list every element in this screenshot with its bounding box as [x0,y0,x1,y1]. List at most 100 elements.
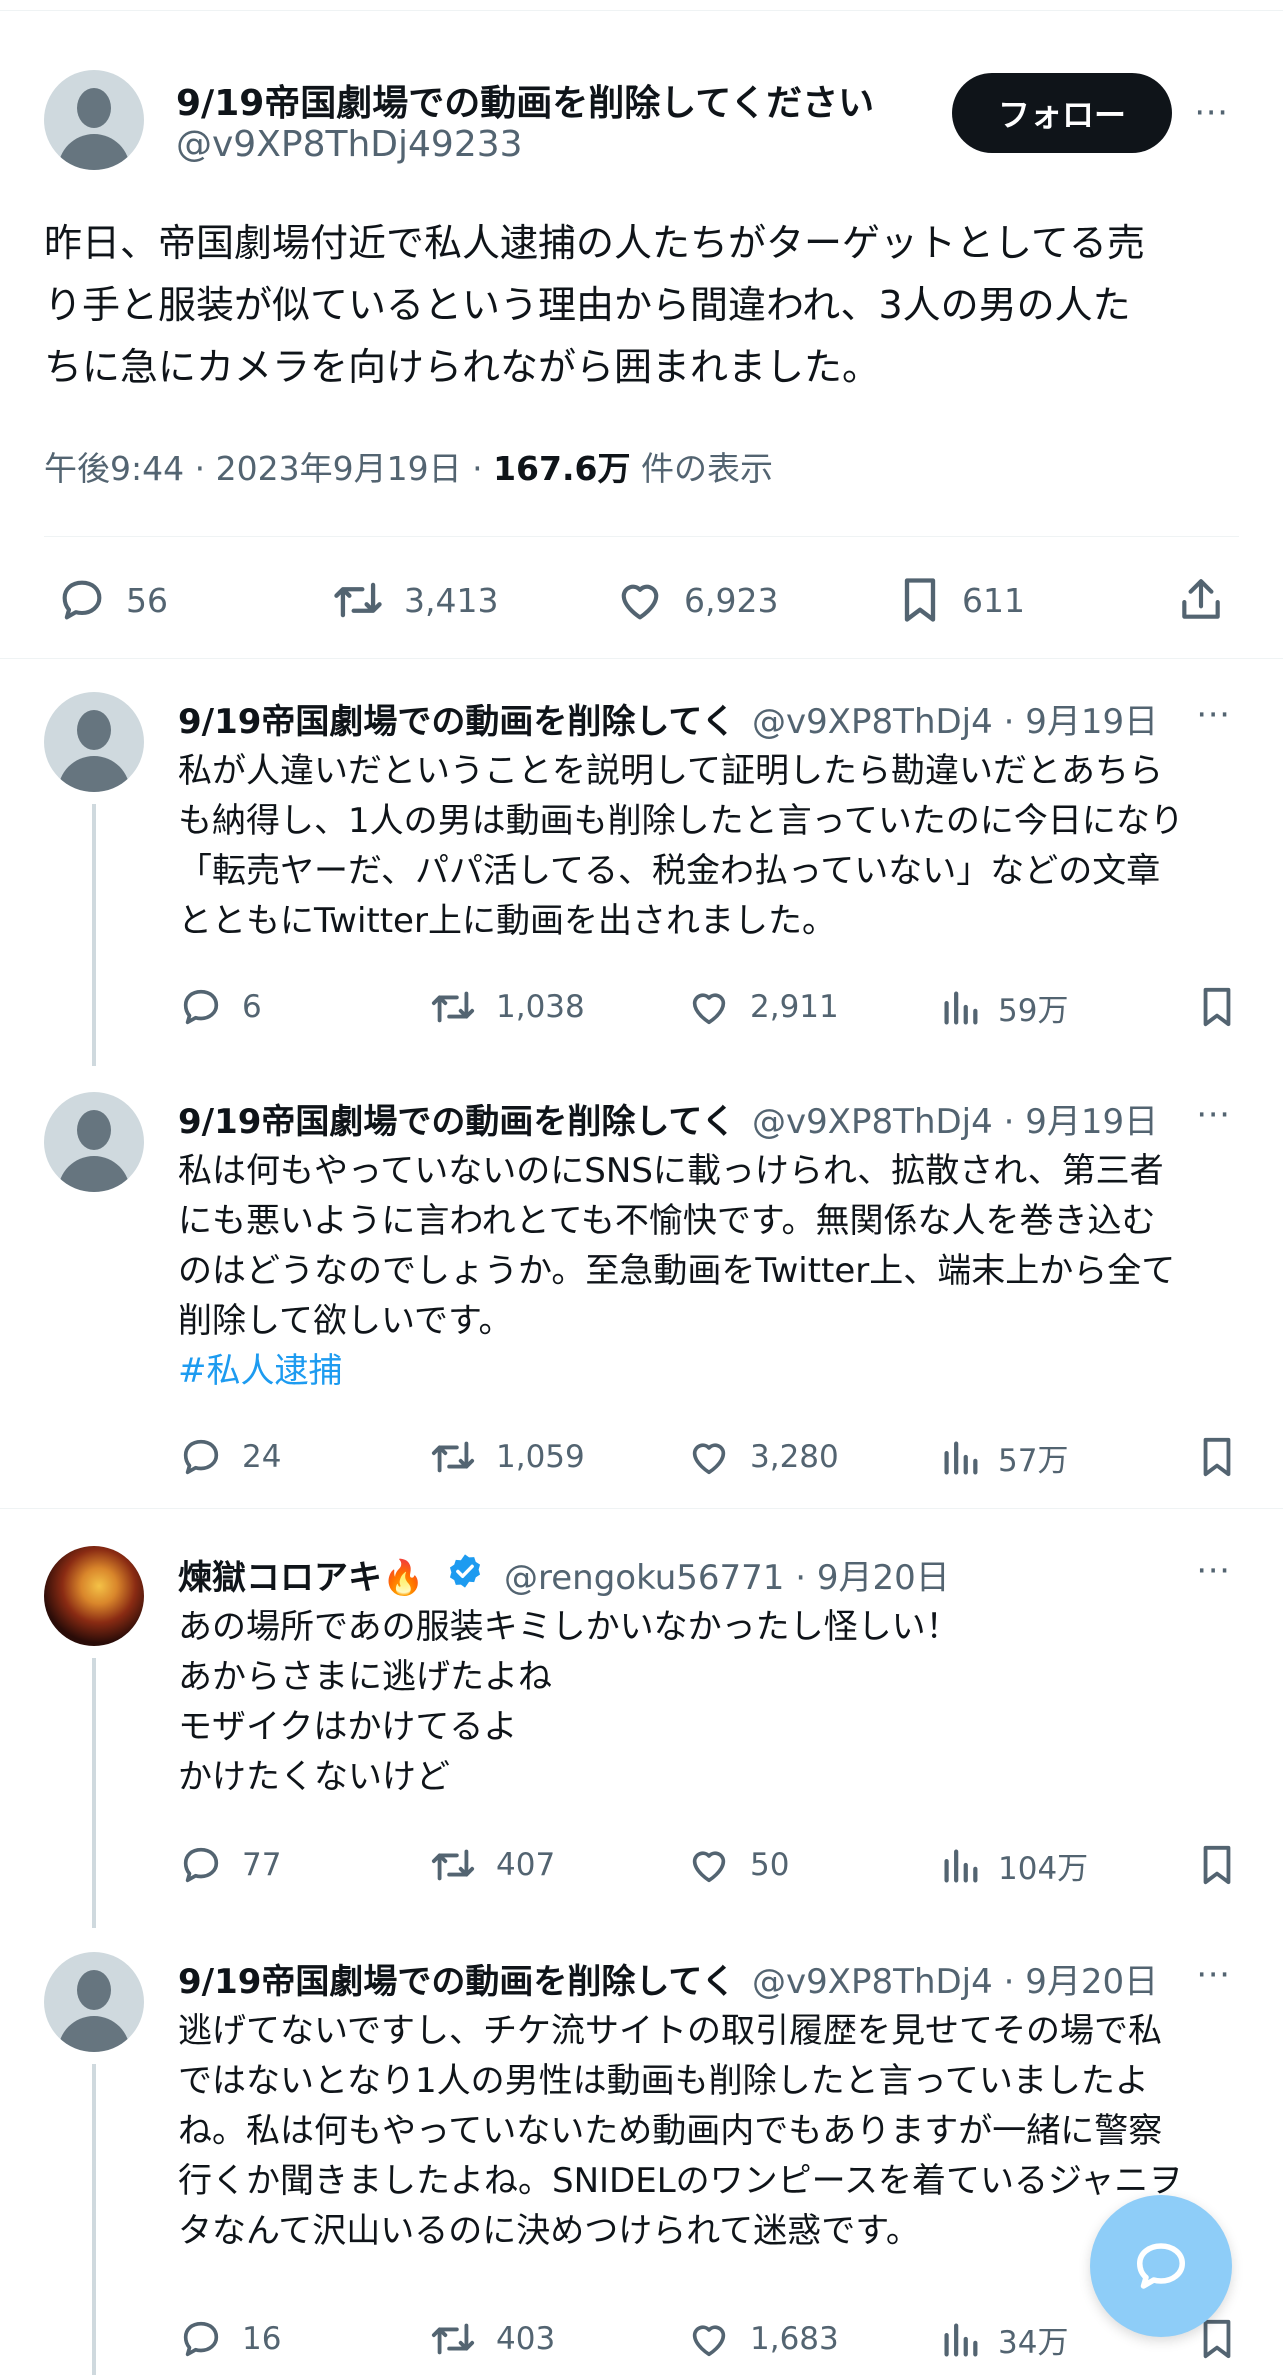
compose-reply-button[interactable] [1090,2195,1232,2337]
chart-icon [944,991,978,1025]
divider [0,1508,1283,1509]
like-button[interactable]: 6,923 [614,574,778,626]
tweet-time[interactable]: 午後9:44 [44,449,184,488]
retweet-button[interactable]: 407 [428,1842,555,1888]
view-count: 59万 [998,992,1069,1029]
like-count: 6,923 [684,580,779,620]
retweet-button[interactable]: 403 [428,2316,555,2362]
tweet-text-line: かけたくないけど [178,1757,450,1797]
author-name[interactable]: 9/19帝国劇場での動画を削除してください [176,74,874,126]
tweet-text-line: にも悪いように言われとても不愉快です。無関係な人を巻き込む [178,1201,1156,1241]
retweet-icon [431,1441,475,1473]
bookmark-button[interactable] [1196,984,1238,1030]
retweet-icon [431,1849,475,1881]
tweet-text-line: モザイクはかけてるよ [178,1707,518,1747]
bookmark-icon [1203,1437,1231,1477]
heart-icon [692,2325,726,2357]
tweet-date[interactable]: 2023年9月19日 [216,449,462,488]
thread-line [92,804,96,1066]
heart-icon [692,993,726,1025]
more-icon[interactable]: ⋯ [1196,1954,1231,1994]
view-count: 104万 [998,1850,1089,1887]
chart-icon [944,2323,978,2357]
views-button[interactable]: 34万 [940,2316,1068,2362]
divider [0,658,1283,659]
chat-bubble-icon [1137,2243,1185,2289]
retweet-button[interactable]: 3,413 [330,574,498,626]
reply-icon [62,580,102,620]
like-button[interactable]: 50 [686,1842,789,1888]
views-button[interactable]: 104万 [940,1842,1088,1888]
more-icon[interactable]: ⋯ [1196,1550,1231,1590]
like-button[interactable]: 1,683 [686,2316,839,2362]
bookmark-button[interactable]: 611 [896,574,1025,626]
like-button[interactable]: 3,280 [686,1434,839,1480]
more-icon[interactable]: ⋯ [1196,694,1231,734]
reply-icon [183,1439,219,1475]
thread-line [92,2064,96,2375]
tweet-text: あの場所であの服装キミしかいなかったし怪しい！ あからさまに逃げたよね モザイク… [178,1602,1238,1802]
like-count: 3,280 [750,1439,839,1475]
retweet-icon [431,2323,475,2355]
retweet-count: 3,413 [404,580,499,620]
avatar[interactable] [44,70,144,170]
author-name[interactable]: 9/19帝国劇場での動画を削除してく [178,694,735,743]
views-button[interactable]: 57万 [940,1434,1068,1480]
view-count: 57万 [998,1442,1069,1479]
tweet-text-line: 逃げてないですし、チケ流サイトの取引履歴を見せてその場で私 [178,2011,1162,2051]
like-count: 1,683 [750,2321,839,2357]
bookmark-button[interactable] [1196,1842,1238,1888]
retweet-count: 407 [496,1847,556,1883]
like-button[interactable]: 2,911 [686,984,839,1030]
author-name[interactable]: 煉獄コロアキ🔥 [178,1550,424,1599]
avatar[interactable] [44,1092,144,1192]
follow-button[interactable]: フォロー [952,73,1172,153]
tweet-text-line: あからさまに逃げたよね [178,1657,552,1697]
retweet-button[interactable]: 1,059 [428,1434,585,1480]
more-icon[interactable]: ⋯ [1194,92,1229,132]
hashtag-link[interactable]: #私人逮捕 [178,1346,1238,1396]
reply-tweet[interactable]: 煉獄コロアキ🔥 @rengoku56771 · 9月20日 ⋯ あの場所であの服… [0,1510,1283,1940]
tweet-text-line: 昨日、帝国劇場付近で私人逮捕の人たちがターゲットとしてる売 [44,221,1145,265]
reply-icon [183,989,219,1025]
avatar[interactable] [44,692,144,792]
author-handle-date[interactable]: @rengoku56771 · 9月20日 [504,1550,950,1599]
reply-button[interactable]: 56 [56,574,168,626]
tweet-text-line: ちに急にカメラを向けられながら囲まれました。 [44,345,881,389]
reply-count: 77 [242,1847,282,1883]
tweet-text: 私が人違いだということを説明して証明したら勘違いだとあちら も納得し、1人の男は… [178,746,1238,946]
author-name[interactable]: 9/19帝国劇場での動画を削除してく [178,1954,735,2003]
author-handle[interactable]: @v9XP8ThDj49233 [176,124,523,165]
more-icon[interactable]: ⋯ [1196,1094,1231,1134]
tweet-text: 私は何もやっていないのにSNSに載っけられ、拡散され、第三者 にも悪いように言わ… [178,1146,1238,1396]
author-handle-date[interactable]: @v9XP8ThDj4 · 9月19日 [752,694,1158,743]
reply-button[interactable]: 77 [178,1842,281,1888]
retweet-button[interactable]: 1,038 [428,984,585,1030]
avatar[interactable] [44,1952,144,2052]
reply-button[interactable]: 16 [178,2316,281,2362]
reply-count: 16 [242,2321,282,2357]
author-name[interactable]: 9/19帝国劇場での動画を削除してく [178,1094,735,1143]
reply-button[interactable]: 24 [178,1434,281,1480]
thread-line [92,1658,96,1928]
reply-count: 6 [242,989,262,1025]
view-count: 34万 [998,2324,1069,2361]
reply-button[interactable]: 6 [178,984,262,1030]
author-handle-date[interactable]: @v9XP8ThDj4 · 9月19日 [752,1094,1158,1143]
avatar[interactable] [44,1546,144,1646]
tweet-text-line: 削除して欲しいです。 [178,1301,513,1341]
bookmark-button[interactable] [1196,1434,1238,1480]
retweet-icon [431,991,475,1023]
views-button[interactable]: 59万 [940,984,1068,1030]
chart-icon [944,1849,978,1883]
retweet-icon [334,582,382,618]
reply-tweet[interactable]: 9/19帝国劇場での動画を削除してく @v9XP8ThDj4 · 9月20日 ⋯… [0,1940,1283,2375]
reply-tweet[interactable]: 9/19帝国劇場での動画を削除してく @v9XP8ThDj4 · 9月19日 ⋯… [0,660,1283,1080]
reply-count: 24 [242,1439,282,1475]
share-button[interactable] [1176,574,1226,626]
author-handle-date[interactable]: @v9XP8ThDj4 · 9月20日 [752,1954,1158,2003]
tweet-text-line: のはどうなのでしょうか。至急動画をTwitter上、端末上から全て [178,1251,1176,1291]
tweet-text-line: とともにTwitter上に動画を出されました。 [178,901,836,941]
heart-icon [692,1443,726,1475]
reply-tweet[interactable]: 9/19帝国劇場での動画を削除してく @v9XP8ThDj4 · 9月19日 ⋯… [0,1080,1283,1510]
